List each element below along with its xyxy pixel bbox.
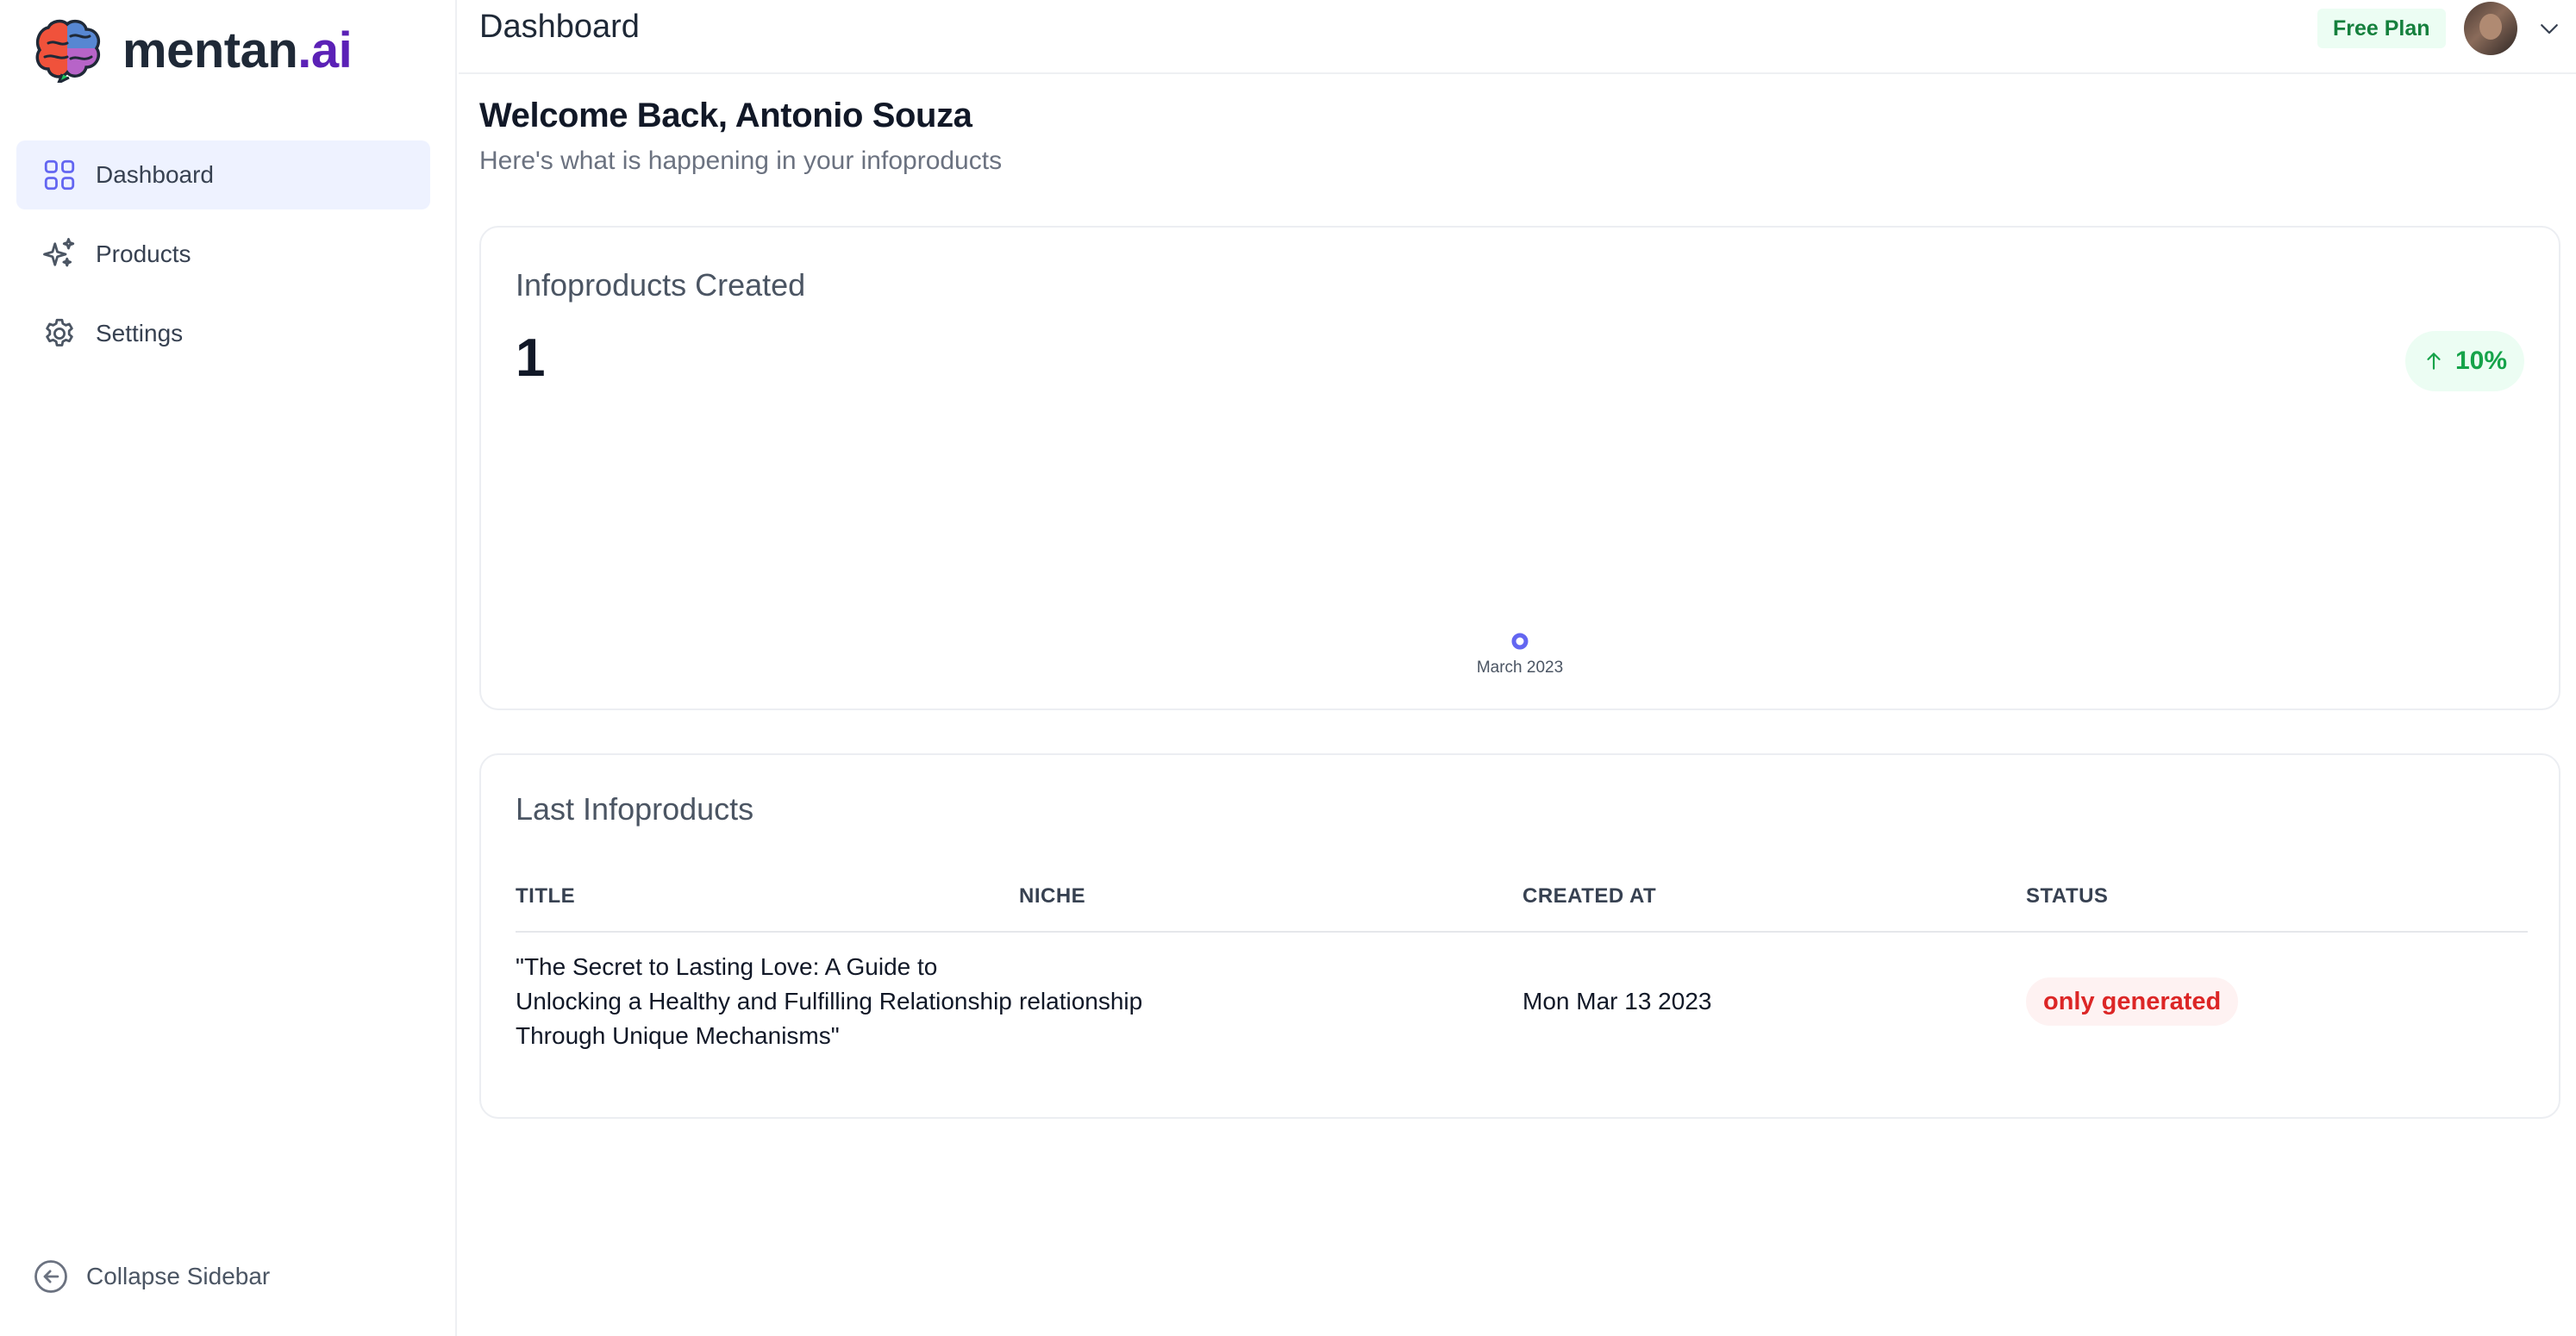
column-header-title: TITLE	[516, 884, 576, 908]
arrow-left-circle-icon	[34, 1260, 67, 1293]
column-header-niche: NICHE	[1019, 884, 1086, 908]
table-card-title: Last Infoproducts	[516, 791, 754, 827]
brand-logo[interactable]: mentan.ai	[33, 16, 353, 84]
cell-status: only generated	[2026, 977, 2528, 1026]
cell-title: "The Secret to Lasting Love: A Guide to …	[516, 953, 1012, 1049]
sidebar-item-label: Dashboard	[96, 161, 214, 188]
brain-logo-icon	[35, 19, 101, 83]
sidebar-item-label: Products	[96, 240, 191, 267]
cell-created-at: Mon Mar 13 2023	[1522, 988, 1712, 1014]
x-tick-label: March 2023	[1477, 659, 1563, 677]
infoproducts-chart: March 2023	[1477, 633, 1563, 677]
collapse-sidebar-label: Collapse Sidebar	[86, 1263, 271, 1289]
plan-badge[interactable]: Free Plan	[2317, 9, 2446, 48]
sidebar-item-settings[interactable]: Settings	[16, 299, 430, 368]
welcome-heading: Welcome Back, Antonio Souza	[479, 97, 972, 134]
table-row[interactable]: "The Secret to Lasting Love: A Guide to …	[516, 933, 2528, 1071]
avatar[interactable]	[2464, 2, 2517, 55]
brand-name-accent: .ai	[297, 22, 353, 78]
table-header: TITLE NICHE CREATED AT STATUS	[516, 876, 2528, 933]
cell-niche: relationship	[1019, 988, 1143, 1014]
chevron-down-icon[interactable]	[2536, 16, 2562, 41]
brand-name-main: mentan	[122, 22, 298, 78]
sidebar-item-dashboard[interactable]: Dashboard	[16, 140, 430, 209]
column-header-created-at: CREATED AT	[1522, 884, 1657, 908]
chart-point[interactable]	[1511, 633, 1529, 650]
app-root: mentan.ai Dashboard Products Settings Co…	[0, 0, 2576, 1336]
sparkles-icon	[41, 235, 78, 273]
page-title: Dashboard	[479, 9, 640, 45]
sidebar-item-products[interactable]: Products	[16, 220, 430, 289]
last-infoproducts-card: Last Infoproducts TITLE NICHE CREATED AT…	[479, 753, 2560, 1119]
grid-icon	[41, 156, 78, 194]
collapse-sidebar-button[interactable]: Collapse Sidebar	[33, 1258, 270, 1295]
welcome-subtitle: Here's what is happening in your infopro…	[479, 147, 1003, 175]
sidebar-nav: Dashboard Products Settings	[16, 140, 430, 378]
infoproducts-created-card: Infoproducts Created 1 10% March 2023	[479, 226, 2560, 710]
top-header: Dashboard Free Plan	[459, 0, 2576, 74]
brand-name: mentan.ai	[122, 22, 353, 79]
status-badge: only generated	[2026, 977, 2239, 1026]
gear-icon	[41, 315, 78, 353]
infoproducts-table: TITLE NICHE CREATED AT STATUS "The Secre…	[516, 876, 2528, 1071]
sidebar-item-label: Settings	[96, 320, 184, 346]
column-header-status: STATUS	[2026, 884, 2109, 908]
sidebar: mentan.ai Dashboard Products Settings Co…	[0, 0, 457, 1336]
